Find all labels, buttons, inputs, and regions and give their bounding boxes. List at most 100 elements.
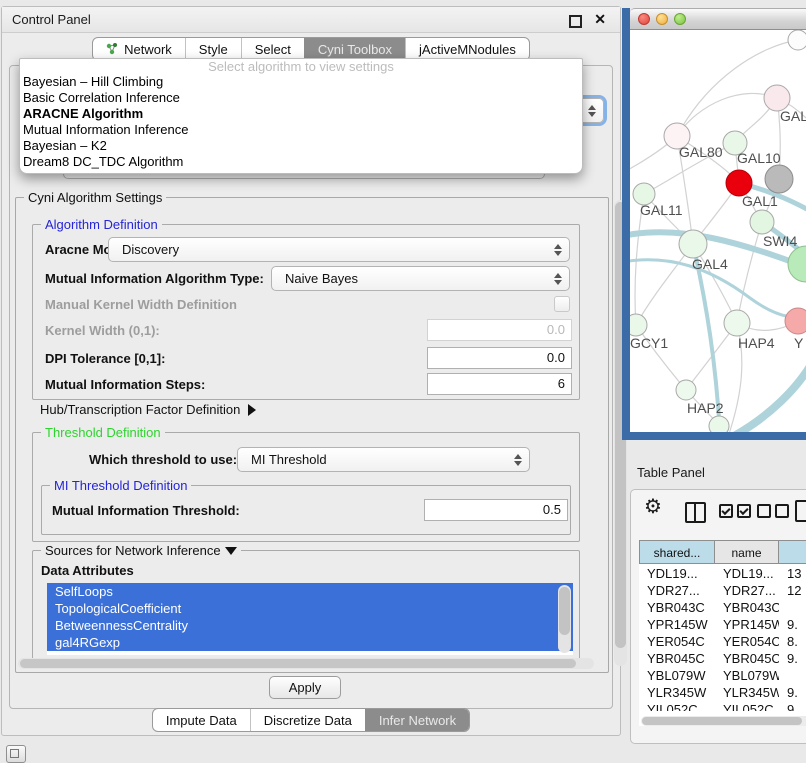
network-canvas[interactable]: GALGAL80GAL10GAL1GAL11SWI4GAL4GCY1HAP4YH… <box>630 30 806 432</box>
table-cell[interactable]: YDR27... <box>639 582 715 599</box>
column-header-col2[interactable] <box>779 540 806 564</box>
table-cell[interactable]: YER054C <box>639 633 715 650</box>
tab-style[interactable]: Style <box>185 38 241 60</box>
algorithm-option-dream8-dc-tdc-algorithm[interactable]: Dream8 DC_TDC Algorithm <box>20 154 582 170</box>
table-row: YDR27...YDR27...12 <box>639 582 806 599</box>
network-window-titlebar[interactable] <box>630 8 806 30</box>
stepper-arrows-icon <box>588 105 596 117</box>
network-node-label: HAP2 <box>687 400 724 416</box>
table-cell[interactable]: 9. <box>779 616 806 633</box>
sources-group-title[interactable]: Sources for Network Inference <box>41 543 241 558</box>
hub-definition-toggle[interactable]: Hub/Transcription Factor Definition <box>40 402 256 417</box>
deselect-all-checkboxes-icon[interactable] <box>757 504 789 518</box>
table-cell[interactable]: YIL052C <box>639 701 715 711</box>
network-node-label: GCY1 <box>630 335 668 351</box>
table-cell[interactable] <box>779 667 806 684</box>
stepper-arrows-icon <box>554 244 562 256</box>
float-window-icon[interactable] <box>569 15 582 28</box>
table-cell[interactable]: YPR145W <box>715 616 779 633</box>
table-cell[interactable]: YDL19... <box>639 565 715 582</box>
tab-discretize-data[interactable]: Discretize Data <box>250 709 365 731</box>
table-cell[interactable]: YBR045C <box>639 650 715 667</box>
table-cell[interactable]: 13 <box>779 565 806 582</box>
network-node-y[interactable] <box>785 308 806 334</box>
table-cell[interactable]: 9. <box>779 650 806 667</box>
table-cell[interactable]: 8. <box>779 633 806 650</box>
table-row: YPR145WYPR145W9. <box>639 616 806 633</box>
tab-infer-network[interactable]: Infer Network <box>365 709 469 731</box>
algorithm-option-mutual-information-inference[interactable]: Mutual Information Inference <box>20 122 582 138</box>
close-icon[interactable]: ✕ <box>594 11 606 28</box>
table-cell[interactable]: YIL052C <box>715 701 779 711</box>
apply-button[interactable]: Apply <box>269 676 341 699</box>
control-panel-title: Control Panel <box>12 12 91 27</box>
table-cell[interactable]: YER054C <box>715 633 779 650</box>
mi-algorithm-type-combobox[interactable]: Naive Bayes <box>271 266 570 291</box>
data-attributes-list: SelfLoopsTopologicalCoefficientBetweenne… <box>47 583 573 655</box>
dpi-tolerance-field[interactable]: 0.0 <box>427 347 572 369</box>
which-threshold-combobox[interactable]: MI Threshold <box>237 447 530 472</box>
table-cell[interactable]: YPR145W <box>639 616 715 633</box>
network-node-unlabeled[interactable] <box>765 165 793 193</box>
control-panel-titlebar: Control Panel ✕ <box>2 7 620 33</box>
mi-steps-field[interactable]: 6 <box>427 373 572 395</box>
table-cell[interactable]: YBR045C <box>715 650 779 667</box>
table-body: YDL19...YDL19...13YDR27...YDR27...12YBR0… <box>639 565 806 711</box>
manual-kernel-width-label: Manual Kernel Width Definition <box>45 297 237 312</box>
table-cell[interactable]: 9. <box>779 684 806 701</box>
algorithm-option-aracne-algorithm[interactable]: ARACNE Algorithm <box>20 106 582 122</box>
gear-icon[interactable]: ⚙ <box>644 498 662 516</box>
settings-horizontal-scrollbar[interactable] <box>18 658 594 669</box>
algorithm-option-basic-correlation-inference[interactable]: Basic Correlation Inference <box>20 90 582 106</box>
network-node-gcy1[interactable] <box>630 314 647 336</box>
attribute-item-betweennesscentrality[interactable]: BetweennessCentrality <box>47 617 573 634</box>
tab-select[interactable]: Select <box>241 38 304 60</box>
mi-steps-label: Mutual Information Steps: <box>45 377 205 392</box>
network-node-gal4[interactable] <box>679 230 707 258</box>
table-cell[interactable]: YLR345W <box>715 684 779 701</box>
select-all-checkboxes-icon[interactable] <box>719 504 751 518</box>
table-cell[interactable]: YBR043C <box>715 599 779 616</box>
table-cell[interactable]: 12 <box>779 582 806 599</box>
table-cell[interactable]: YBL079W <box>639 667 715 684</box>
network-node-hap4[interactable] <box>724 310 750 336</box>
table-cell[interactable]: YLR345W <box>639 684 715 701</box>
column-header-name[interactable]: name <box>715 540 779 564</box>
close-traffic-light[interactable] <box>638 13 650 25</box>
network-node-label: GAL <box>780 108 806 124</box>
page-icon[interactable] <box>795 500 806 522</box>
attribute-item-selfloops[interactable]: SelfLoops <box>47 583 573 600</box>
tab-impute-data[interactable]: Impute Data <box>153 709 250 731</box>
minimize-traffic-light[interactable] <box>656 13 668 25</box>
kernel-width-label: Kernel Width (0,1): <box>45 323 160 338</box>
tab-cyni-toolbox[interactable]: Cyni Toolbox <box>304 38 405 60</box>
table-cell[interactable] <box>779 599 806 616</box>
tab-jactivemnodules[interactable]: jActiveMNodules <box>405 38 529 60</box>
table-row: YDL19...YDL19...13 <box>639 565 806 582</box>
aracne-mode-combobox[interactable]: Discovery <box>108 237 570 262</box>
network-svg[interactable]: GALGAL80GAL10GAL1GAL11SWI4GAL4GCY1HAP4YH… <box>630 30 806 432</box>
algorithm-option-bayesian-k2[interactable]: Bayesian – K2 <box>20 138 582 154</box>
table-cell[interactable]: YBR043C <box>639 599 715 616</box>
attribute-list-scrollbar[interactable] <box>558 585 571 653</box>
tab-network[interactable]: Network <box>93 38 185 60</box>
zoom-traffic-light[interactable] <box>674 13 686 25</box>
table-horizontal-scrollbar[interactable] <box>641 716 806 726</box>
network-node-unlabeled[interactable] <box>788 246 806 282</box>
split-columns-icon[interactable] <box>685 502 706 523</box>
table-cell[interactable]: YDL19... <box>715 565 779 582</box>
network-node-hap2[interactable] <box>676 380 696 400</box>
column-header-shared-[interactable]: shared... <box>639 540 715 564</box>
algorithm-option-bayesian-hill-climbing[interactable]: Bayesian – Hill Climbing <box>20 74 582 90</box>
network-node-unlabeled[interactable] <box>788 30 806 50</box>
network-node-swi4[interactable] <box>750 210 774 234</box>
attribute-item-gal4rgexp[interactable]: gal4RGexp <box>47 634 573 651</box>
attribute-item-topologicalcoefficient[interactable]: TopologicalCoefficient <box>47 600 573 617</box>
panel-restore-icon[interactable] <box>6 745 26 763</box>
which-threshold-label: Which threshold to use: <box>89 452 237 467</box>
table-cell[interactable]: 9. <box>779 701 806 711</box>
mi-threshold-field[interactable]: 0.5 <box>424 499 568 521</box>
network-node-unlabeled[interactable] <box>709 416 729 432</box>
table-cell[interactable]: YBL079W <box>715 667 779 684</box>
table-cell[interactable]: YDR27... <box>715 582 779 599</box>
